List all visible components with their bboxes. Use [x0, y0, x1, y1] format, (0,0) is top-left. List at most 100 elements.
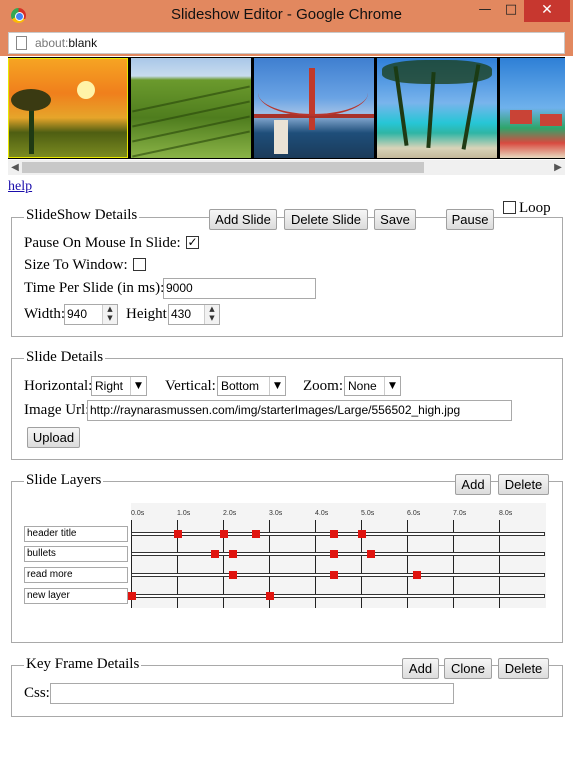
zoom-select[interactable]: None ▼: [344, 376, 401, 396]
layer-name-item[interactable]: new layer: [24, 588, 128, 604]
width-label: Width:: [24, 306, 66, 322]
keyframe-marker[interactable]: [367, 550, 376, 558]
vertical-value: Bottom: [221, 379, 260, 393]
horizontal-label: Horizontal:: [24, 378, 93, 394]
keyframe-marker[interactable]: [210, 550, 219, 558]
keyframe-marker[interactable]: [413, 571, 422, 579]
pause-button[interactable]: Pause: [446, 209, 494, 230]
add-slide-button[interactable]: Add Slide: [209, 209, 277, 230]
pause-on-mouse-checkbox[interactable]: ✓: [186, 236, 199, 249]
slide-thumbnail-resort-coast[interactable]: [500, 58, 565, 158]
horizontal-scrollbar[interactable]: ◀ ▶: [8, 160, 565, 175]
chevron-down-icon: ▼: [130, 377, 146, 395]
layer-name-item[interactable]: header title: [24, 526, 128, 542]
time-tick-label: 8.0s: [499, 510, 513, 517]
keyframe-marker[interactable]: [358, 530, 366, 538]
slide-layers-legend: Slide Layers: [24, 472, 104, 489]
horizontal-value: Right: [95, 379, 124, 393]
keyframe-marker[interactable]: [229, 571, 238, 579]
url-box[interactable]: about:blank: [8, 32, 565, 54]
slide-details-legend: Slide Details: [24, 349, 106, 366]
spin-arrows-icon[interactable]: ▲ ▼: [204, 305, 219, 324]
maximize-button[interactable]: □: [498, 0, 524, 22]
vine-row: [132, 115, 250, 143]
vine-row: [132, 85, 250, 113]
time-tick-label: 3.0s: [269, 510, 283, 517]
chevron-down-icon: ▼: [384, 377, 400, 395]
building-shape: [274, 120, 288, 154]
layer-name-item[interactable]: read more: [24, 567, 128, 583]
keyframe-marker[interactable]: [252, 530, 261, 538]
keyframe-marker[interactable]: [229, 550, 238, 558]
delete-layer-button[interactable]: Delete: [498, 474, 549, 495]
scroll-right-arrow-icon[interactable]: ▶: [551, 160, 565, 175]
delete-keyframe-button[interactable]: Delete: [498, 658, 549, 679]
url-rest: blank: [68, 36, 98, 50]
key-frame-details-legend: Key Frame Details: [24, 656, 142, 673]
width-value: 940: [67, 307, 88, 321]
scrollbar-thumb[interactable]: [22, 162, 424, 173]
sun-shape: [77, 81, 95, 99]
time-per-slide-label: Time Per Slide (in ms):: [24, 280, 165, 296]
layer-name-item[interactable]: bullets: [24, 546, 128, 562]
address-bar: about:blank: [0, 30, 573, 56]
slide-thumbnail-golden-gate-bridge[interactable]: [254, 58, 374, 158]
time-per-slide-input[interactable]: 9000: [163, 278, 316, 299]
clone-keyframe-button[interactable]: Clone: [444, 658, 492, 679]
chevron-down-icon: ▼: [269, 377, 285, 395]
horizontal-select[interactable]: Right ▼: [91, 376, 147, 396]
keyframe-marker[interactable]: [128, 592, 136, 600]
width-stepper[interactable]: 940 ▲ ▼: [64, 304, 118, 325]
slideshow-details-legend: SlideShow Details: [24, 207, 140, 224]
time-tick-label: 0.0s: [131, 510, 145, 517]
vine-row: [132, 130, 250, 158]
loop-checkbox[interactable]: [503, 201, 516, 214]
roof-shape: [510, 110, 532, 124]
time-tick-label: 2.0s: [223, 510, 237, 517]
size-to-window-checkbox[interactable]: [133, 258, 146, 271]
height-value: 430: [171, 307, 192, 321]
delete-slide-button[interactable]: Delete Slide: [284, 209, 368, 230]
vine-row: [132, 100, 250, 128]
roof-shape: [540, 114, 562, 126]
url-text[interactable]: about:blank: [35, 36, 97, 50]
css-input[interactable]: [50, 683, 454, 704]
layer-track[interactable]: [131, 594, 545, 598]
keyframe-marker[interactable]: [220, 530, 228, 538]
slide-thumbnail-strip: [8, 57, 565, 159]
keyframe-marker[interactable]: [266, 592, 274, 600]
add-layer-button[interactable]: Add: [455, 474, 491, 495]
image-url-input[interactable]: http://raynarasmussen.com/img/starterIma…: [87, 400, 512, 421]
image-url-label: Image Url:: [24, 402, 90, 418]
tree-crown-shape: [11, 89, 51, 111]
keyframe-marker[interactable]: [330, 571, 339, 579]
pause-on-mouse-label: Pause On Mouse In Slide:: [24, 235, 181, 251]
vertical-label: Vertical:: [165, 378, 216, 394]
minimize-button[interactable]: —: [472, 0, 498, 22]
add-keyframe-button[interactable]: Add: [402, 658, 439, 679]
time-tick-label: 5.0s: [361, 510, 375, 517]
slide-thumbnail-palm-beach[interactable]: [377, 58, 497, 158]
css-label: Css:: [24, 685, 50, 701]
close-button[interactable]: ✕: [524, 0, 570, 22]
slide-thumbnail-vineyard[interactable]: [131, 58, 251, 158]
scroll-left-arrow-icon[interactable]: ◀: [8, 160, 22, 175]
upload-button[interactable]: Upload: [27, 427, 80, 448]
save-button[interactable]: Save: [374, 209, 416, 230]
size-to-window-label: Size To Window:: [24, 257, 128, 273]
loop-label: Loop: [519, 200, 551, 216]
vertical-select[interactable]: Bottom ▼: [217, 376, 286, 396]
palm-fronds-shape: [382, 60, 492, 84]
zoom-label: Zoom:: [303, 378, 343, 394]
spin-arrows-icon[interactable]: ▲ ▼: [102, 305, 117, 324]
keyframe-marker[interactable]: [174, 530, 182, 538]
height-stepper[interactable]: 430 ▲ ▼: [168, 304, 220, 325]
keyframe-marker[interactable]: [330, 550, 339, 558]
url-prefix: about:: [35, 36, 69, 50]
help-link[interactable]: help: [8, 179, 32, 195]
time-tick-label: 4.0s: [315, 510, 329, 517]
bridge-cable-shape: [258, 70, 368, 116]
page-icon: [16, 36, 27, 50]
slide-thumbnail-sunset-tree[interactable]: [8, 58, 128, 158]
keyframe-marker[interactable]: [330, 530, 339, 538]
